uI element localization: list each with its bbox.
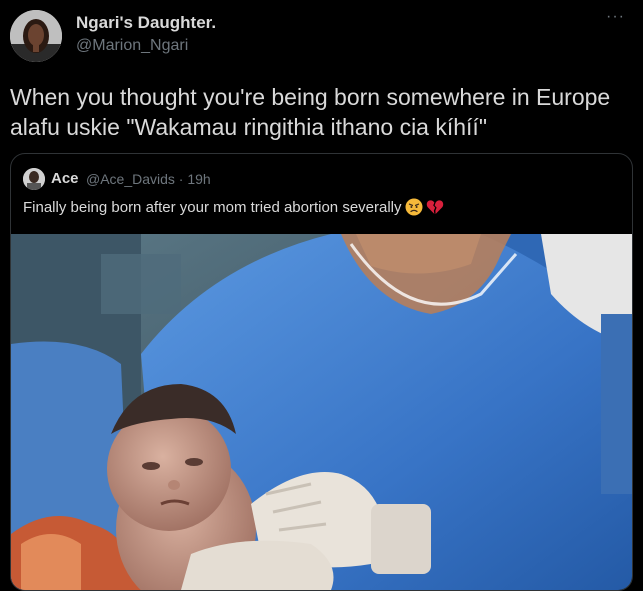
broken-heart-emoji	[426, 198, 444, 216]
more-options-icon[interactable]: ···	[606, 8, 625, 26]
author-avatar[interactable]	[10, 10, 62, 62]
author-handle[interactable]: @Marion_Ngari	[76, 37, 188, 55]
tweet-text: When you thought you're being born somew…	[10, 84, 611, 140]
quoted-text: Finally being born after your mom tried …	[23, 198, 402, 216]
quoted-tweet[interactable]: Ace @Ace_Davids · 19h Finally being born…	[10, 153, 633, 591]
quoted-photo[interactable]	[11, 234, 632, 590]
author-display-name[interactable]: Ngari's Daughter.	[76, 13, 216, 33]
quoted-author-meta[interactable]: @Ace_Davids · 19h	[86, 171, 211, 187]
tweet: Ngari's Daughter. @Marion_Ngari ··· When…	[0, 0, 643, 591]
newborn-photo-illustration	[11, 234, 632, 590]
quoted-text-line: Finally being born after your mom tried …	[23, 198, 444, 216]
quoted-author-avatar[interactable]	[23, 168, 45, 190]
angry-face-emoji	[405, 198, 423, 216]
quoted-author-name[interactable]: Ace	[51, 170, 79, 187]
